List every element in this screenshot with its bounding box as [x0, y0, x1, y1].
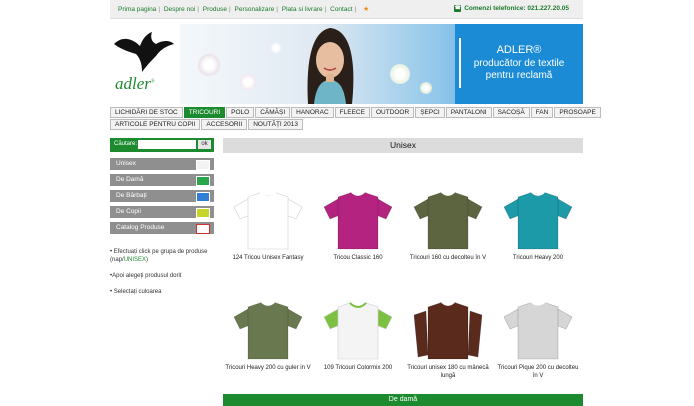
- product-image[interactable]: [225, 291, 311, 363]
- page: Prima pagina | Despre noi | Produse | Perso…: [110, 0, 601, 406]
- search-box: Căutare: ok: [110, 138, 214, 152]
- category-label: De Bărbați: [116, 192, 147, 199]
- product-image[interactable]: [225, 181, 311, 253]
- product-image[interactable]: [495, 291, 581, 363]
- category-item[interactable]: De Damă: [110, 174, 214, 186]
- category-label: Unisex: [116, 160, 136, 167]
- instruction-3: • Selectați culoarea: [110, 289, 162, 295]
- color-swatch-icon: [196, 176, 210, 186]
- top-link-contact[interactable]: Contact: [330, 6, 352, 13]
- tagline-subtitle: producător de textile pentru reclamă: [473, 58, 565, 81]
- product-image[interactable]: [495, 181, 581, 253]
- flower-decoration: [420, 82, 432, 94]
- color-swatch-icon: [196, 208, 210, 218]
- eagle-icon: [114, 32, 174, 72]
- product-card[interactable]: Tricouri Heavy 200 cu guler in V: [225, 291, 311, 373]
- flower-decoration: [240, 74, 256, 90]
- nav-item-row2-2[interactable]: NOUTĂȚI 2013: [248, 119, 303, 130]
- instruction-2: •Apoi alegeți produsul dorit: [110, 273, 182, 279]
- product-image[interactable]: [315, 291, 401, 363]
- tagline-box: ADLER® producător de textile pentru recla…: [455, 24, 583, 104]
- product-name[interactable]: Tricouri 160 cu decolteu în V: [405, 255, 491, 263]
- nav-item-row1-1[interactable]: TRICOURI: [183, 107, 226, 118]
- category-label: Catalog Produse: [116, 224, 165, 231]
- product-name[interactable]: Tricouri Heavy 200: [495, 255, 581, 263]
- section-title: Unisex: [223, 138, 583, 153]
- product-name[interactable]: Tricouri Pique 200 cu decolteu în V: [495, 365, 581, 380]
- search-label: Căutare:: [114, 141, 138, 147]
- product-card[interactable]: Tricouri 160 cu decolteu în V: [405, 181, 491, 263]
- main-nav: LICHIDĂRI DE STOC TRICOURI POLO CĂMĂȘI HANOR…: [110, 107, 601, 131]
- phone-text: Comenzi telefonice: 021.227.20.05: [464, 5, 569, 13]
- nav-row-2: ARTICOLE PENTRU COPII ACCESORII NOUTĂȚI 20…: [110, 119, 583, 130]
- nav-item-row1-2[interactable]: POLO: [226, 107, 255, 118]
- nav-item-row1-6[interactable]: OUTDOOR: [370, 107, 415, 118]
- nav-item-row1-7[interactable]: ȘEPCI: [415, 107, 445, 118]
- banner: adler® ADLER® producător de textile pentr…: [110, 24, 583, 104]
- category-item[interactable]: De Bărbați: [110, 190, 214, 202]
- flower-decoration: [390, 64, 410, 84]
- top-bar: Prima pagina | Despre noi | Produse | Perso…: [110, 0, 583, 19]
- phone-info: ☎ Comenzi telefonice: 021.227.20.05: [454, 5, 569, 12]
- main-content: Unisex 124 Tricou Unisex Fantasy Tricou C…: [223, 138, 583, 379]
- catalog-icon: [196, 224, 210, 234]
- product-card[interactable]: Tricouri unisex 180 cu mânecă lungă: [405, 291, 491, 380]
- nav-item-row1-9[interactable]: SACOȘĂ: [492, 107, 530, 118]
- nav-item-row2-1[interactable]: ACCESORII: [201, 119, 248, 130]
- favorite-icon[interactable]: ★: [363, 5, 369, 13]
- product-image[interactable]: [315, 181, 401, 253]
- search-ok-button[interactable]: ok: [198, 140, 211, 149]
- category-item[interactable]: Catalog Produse: [110, 222, 214, 234]
- search-input[interactable]: [138, 140, 196, 149]
- product-name[interactable]: 109 Tricouri Colormix 200: [315, 365, 401, 373]
- category-label: De Copii: [116, 208, 141, 215]
- top-links: Prima pagina | Despre noi | Produse | Perso…: [118, 5, 370, 13]
- product-card[interactable]: 109 Tricouri Colormix 200: [315, 291, 401, 373]
- product-name[interactable]: 124 Tricou Unisex Fantasy: [225, 255, 311, 263]
- nav-item-row2-0[interactable]: ARTICOLE PENTRU COPII: [110, 119, 201, 130]
- color-swatch-icon: [196, 192, 210, 202]
- flower-decoration: [198, 54, 220, 76]
- product-card[interactable]: Tricouri Pique 200 cu decolteu în V: [495, 291, 581, 380]
- nav-item-row1-8[interactable]: PANTALONI: [445, 107, 492, 118]
- top-link-home[interactable]: Prima pagina: [118, 6, 156, 13]
- nav-row-1: LICHIDĂRI DE STOC TRICOURI POLO CĂMĂȘI HANOR…: [110, 107, 601, 118]
- product-name[interactable]: Tricou Classic 160: [315, 255, 401, 263]
- product-name[interactable]: Tricouri Heavy 200 cu guler in V: [225, 365, 311, 373]
- phone-icon: ☎: [454, 5, 462, 12]
- logo-text: adler®: [115, 74, 155, 93]
- top-link-personalize[interactable]: Personalizare: [235, 6, 275, 13]
- product-card[interactable]: Tricou Classic 160: [315, 181, 401, 263]
- top-link-about[interactable]: Despre noi: [164, 6, 195, 13]
- product-card[interactable]: Tricouri Heavy 200: [495, 181, 581, 263]
- logo[interactable]: adler®: [110, 24, 180, 104]
- nav-item-row1-11[interactable]: PROSOAPE: [554, 107, 601, 118]
- instruction-1: • Efectuați click pe grupa de produse (n…: [110, 249, 208, 263]
- tagline-title: ADLER®: [496, 44, 542, 56]
- category-label: De Damă: [116, 176, 144, 183]
- nav-item-row1-3[interactable]: CĂMĂȘI: [255, 107, 291, 118]
- product-card[interactable]: 124 Tricou Unisex Fantasy: [225, 181, 311, 263]
- product-image[interactable]: [405, 181, 491, 253]
- product-image[interactable]: [405, 291, 491, 363]
- category-item[interactable]: Unisex: [110, 158, 214, 170]
- product-name[interactable]: Tricouri unisex 180 cu mânecă lungă: [405, 365, 491, 380]
- hero-image: ADLER® producător de textile pentru recla…: [180, 24, 583, 104]
- nav-item-row1-4[interactable]: HANORAC: [291, 107, 334, 118]
- top-link-payment[interactable]: Plata si livrare: [282, 6, 323, 13]
- color-swatch-icon: [196, 160, 210, 170]
- model-photo: [307, 28, 354, 104]
- nav-item-row1-5[interactable]: FLEECE: [334, 107, 370, 118]
- nav-item-row1-10[interactable]: FAN: [530, 107, 554, 118]
- top-link-products[interactable]: Produse: [203, 6, 227, 13]
- category-item[interactable]: De Copii: [110, 206, 214, 218]
- flower-decoration: [270, 42, 282, 54]
- nav-item-row1-0[interactable]: LICHIDĂRI DE STOC: [110, 107, 183, 118]
- next-section-title: De damă: [223, 394, 583, 406]
